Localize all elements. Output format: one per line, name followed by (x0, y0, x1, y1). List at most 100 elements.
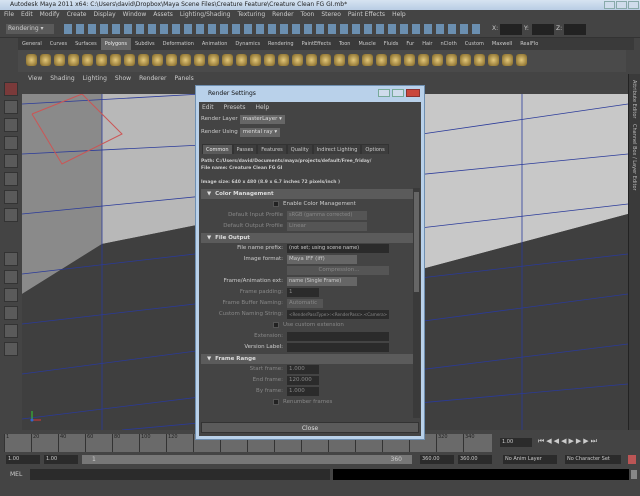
minimize-button[interactable] (604, 1, 615, 9)
dialog-maximize-button[interactable] (392, 89, 404, 97)
channel-box-tab[interactable]: Channel Box / Layer Editor (631, 124, 637, 191)
menu-help[interactable]: Help (255, 104, 269, 111)
shelf-tool-icon[interactable] (502, 54, 513, 66)
dialog-title-bar[interactable]: Render Settings (196, 86, 424, 102)
lasso-tool-icon[interactable] (4, 100, 18, 114)
menu-stereo[interactable]: Stereo (321, 10, 341, 20)
shelf-tab-fluids[interactable]: Fluids (380, 38, 403, 50)
menu-create[interactable]: Create (67, 10, 87, 20)
shelf-tab-custom[interactable]: Custom (461, 38, 488, 50)
shelf-tool-icon[interactable] (250, 54, 261, 66)
playback-start-field[interactable]: 1.00 (44, 455, 78, 464)
render-layer-dropdown[interactable]: masterLayer ▾ (239, 115, 285, 124)
rotate-tool-icon[interactable] (4, 154, 18, 168)
panel-menu-shading[interactable]: Shading (50, 74, 74, 84)
menu-set-dropdown[interactable]: Rendering ▾ (6, 24, 54, 34)
shelf-tool-icon[interactable] (376, 54, 387, 66)
anim-layer-dropdown[interactable]: No Anim Layer (503, 455, 557, 464)
dialog-close-button[interactable] (406, 89, 420, 97)
layout-single-icon[interactable] (4, 252, 18, 266)
shelf-tool-icon[interactable] (446, 54, 457, 66)
file-name-prefix-input[interactable]: (not set; using scene name) (287, 244, 389, 253)
menu-texturing[interactable]: Texturing (237, 10, 265, 20)
shelf-tool-icon[interactable] (334, 54, 345, 66)
shelf-tool-icon[interactable] (362, 54, 373, 66)
start-time-field[interactable]: 1.00 (6, 455, 40, 464)
scale-tool-icon[interactable] (4, 172, 18, 186)
shelf-tool-icon[interactable] (390, 54, 401, 66)
frame-ext-dropdown[interactable]: name (Single Frame) (287, 277, 357, 286)
shelf-tool-icon[interactable] (166, 54, 177, 66)
shelf-tool-icon[interactable] (264, 54, 275, 66)
maximize-button[interactable] (616, 1, 627, 9)
shelf-tool-icon[interactable] (348, 54, 359, 66)
shelf-tool-icon[interactable] (208, 54, 219, 66)
script-editor-icon[interactable] (631, 470, 637, 479)
manipulator-tool-icon[interactable] (4, 190, 18, 204)
shelf-tab-curves[interactable]: Curves (46, 38, 71, 50)
dialog-minimize-button[interactable] (378, 89, 390, 97)
shelf-tab-rendering[interactable]: Rendering (264, 38, 298, 50)
shelf-tab-painteffects[interactable]: PaintEffects (298, 38, 335, 50)
section-frame-range[interactable]: ▼ Frame Range (201, 354, 413, 364)
shelf-tool-icon[interactable] (516, 54, 527, 66)
render-using-dropdown[interactable]: mental ray ▾ (239, 128, 281, 137)
shelf-tool-icon[interactable] (320, 54, 331, 66)
shelf-tool-icon[interactable] (292, 54, 303, 66)
shelf-tab-surfaces[interactable]: Surfaces (71, 38, 101, 50)
compression-button[interactable]: Compression... (287, 266, 389, 275)
menu-assets[interactable]: Assets (153, 10, 173, 20)
shelf-tab-hair[interactable]: Hair (418, 38, 436, 50)
use-custom-extension-checkbox[interactable] (273, 322, 279, 328)
panel-menu-view[interactable]: View (28, 74, 42, 84)
shelf-tab-polygons[interactable]: Polygons (100, 38, 131, 50)
layout-four-icon[interactable] (4, 270, 18, 284)
input-profile-dropdown[interactable]: sRGB (gamma corrected) (287, 211, 367, 220)
by-frame-input[interactable]: 1.000 (287, 387, 319, 396)
shelf-tab-realflo[interactable]: RealFlo (516, 38, 542, 50)
shelf-tab-fur[interactable]: Fur (402, 38, 418, 50)
tab-features[interactable]: Features (257, 144, 287, 154)
menu-display[interactable]: Display (94, 10, 116, 20)
shelf-tool-icon[interactable] (236, 54, 247, 66)
menu-toon[interactable]: Toon (301, 10, 315, 20)
preferences-icon[interactable] (628, 455, 636, 464)
shelf-tab-muscle[interactable]: Muscle (354, 38, 379, 50)
mel-input[interactable] (30, 469, 330, 480)
tab-quality[interactable]: Quality (286, 144, 313, 154)
extension-input[interactable] (287, 332, 389, 341)
shelf-tool-icon[interactable] (460, 54, 471, 66)
shelf-tool-icon[interactable] (124, 54, 135, 66)
shelf-tool-icon[interactable] (138, 54, 149, 66)
section-color-management[interactable]: ▼ Color Management (201, 189, 413, 199)
shelf-tab-animation[interactable]: Animation (198, 38, 232, 50)
shelf-tool-icon[interactable] (222, 54, 233, 66)
shelf-tool-icon[interactable] (432, 54, 443, 66)
shelf-tool-icon[interactable] (418, 54, 429, 66)
end-frame-input[interactable]: 120.000 (287, 376, 319, 385)
menu-render[interactable]: Render (272, 10, 293, 20)
tab-passes[interactable]: Passes (232, 144, 258, 154)
shelf-tool-icon[interactable] (306, 54, 317, 66)
tab-indirect-lighting[interactable]: Indirect Lighting (312, 144, 362, 154)
version-label-input[interactable] (287, 343, 389, 352)
frame-buffer-dropdown[interactable]: Automatic (287, 299, 323, 308)
menu-lighting-shading[interactable]: Lighting/Shading (180, 10, 231, 20)
tab-common[interactable]: Common (202, 144, 233, 154)
shelf-tool-icon[interactable] (82, 54, 93, 66)
renumber-frames-checkbox[interactable] (273, 399, 279, 405)
panel-menu-renderer[interactable]: Renderer (139, 74, 166, 84)
menu-presets[interactable]: Presets (224, 104, 246, 111)
custom-naming-input[interactable]: <RenderPassType>:<RenderPass>.<Camera> (287, 310, 389, 319)
end-time-field[interactable]: 360.00 (458, 455, 492, 464)
shelf-tab-maxwell[interactable]: Maxwell (488, 38, 516, 50)
range-bar[interactable]: 1 360 (82, 455, 412, 464)
layout-hypershade-icon[interactable] (4, 342, 18, 356)
output-profile-dropdown[interactable]: Linear (287, 222, 367, 231)
shelf-tool-icon[interactable] (26, 54, 37, 66)
layout-graph-icon[interactable] (4, 324, 18, 338)
shelf-tool-icon[interactable] (110, 54, 121, 66)
panel-menu-lighting[interactable]: Lighting (83, 74, 107, 84)
menu-help[interactable]: Help (392, 10, 406, 20)
playback-end-field[interactable]: 360.00 (420, 455, 454, 464)
